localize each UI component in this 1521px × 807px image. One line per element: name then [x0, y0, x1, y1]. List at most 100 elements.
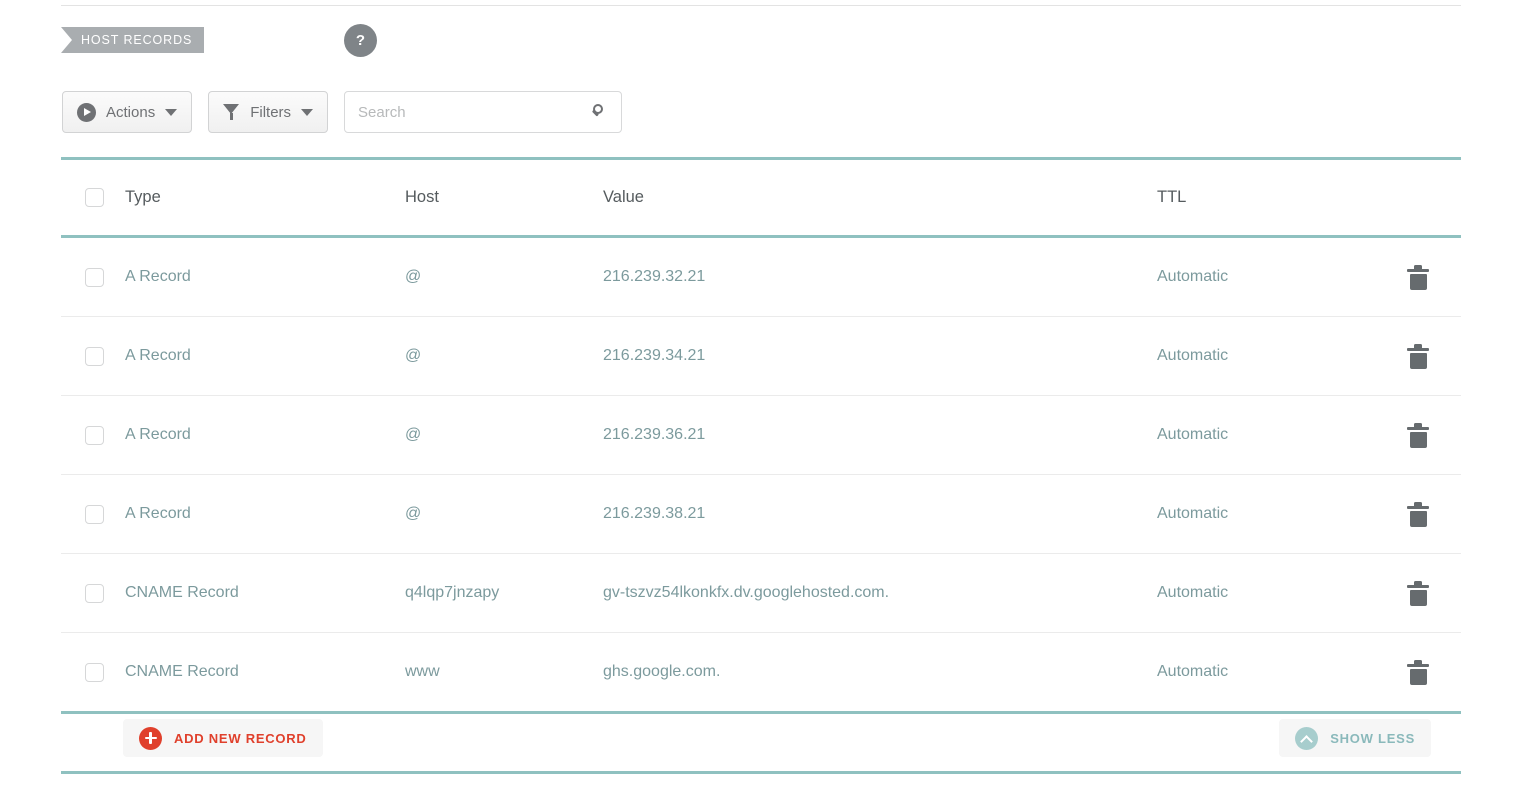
trash-icon-lid — [1407, 268, 1429, 272]
row-checkbox[interactable] — [85, 346, 104, 366]
tag-notch-shape — [61, 27, 72, 53]
cell-ttl[interactable]: Automatic — [1157, 426, 1407, 444]
trash-icon-body — [1409, 589, 1427, 606]
row-checkbox[interactable] — [85, 425, 104, 445]
host-records-panel: HOST RECORDS ? Actions Filters Search Ty… — [0, 0, 1521, 807]
table-toolbar: Actions Filters — [62, 91, 623, 133]
row-delete-cell — [1407, 501, 1461, 527]
cell-ttl[interactable]: Automatic — [1157, 347, 1407, 365]
cell-host[interactable]: @ — [405, 426, 603, 444]
cell-ttl[interactable]: Automatic — [1157, 268, 1407, 286]
cell-value[interactable]: ghs.google.com. — [603, 663, 1157, 681]
search-box[interactable] — [344, 91, 623, 133]
top-divider — [61, 5, 1461, 6]
row-checkbox[interactable] — [85, 583, 104, 603]
cell-value[interactable]: 216.239.36.21 — [603, 426, 1157, 444]
table-row[interactable]: A Record @ 216.239.36.21 Automatic — [61, 396, 1461, 474]
table-row[interactable]: CNAME Record q4lqp7jnzapy gv-tszvz54lkon… — [61, 554, 1461, 632]
table-footer-bar: ADD NEW RECORD SHOW LESS — [61, 712, 1461, 764]
help-icon-glyph: ? — [355, 32, 366, 49]
cell-host[interactable]: @ — [405, 347, 603, 365]
cell-type[interactable]: A Record — [125, 426, 405, 444]
trash-icon[interactable] — [1407, 264, 1429, 290]
trash-icon-knob — [1414, 580, 1422, 585]
trash-icon-knob — [1414, 343, 1422, 348]
trash-icon-body — [1409, 352, 1427, 369]
trash-icon[interactable] — [1407, 422, 1429, 448]
chevron-up-circle-icon — [1295, 726, 1319, 750]
filters-button[interactable]: Filters — [208, 91, 329, 133]
table-row[interactable]: CNAME Record www ghs.google.com. Automat… — [61, 633, 1461, 711]
trash-icon[interactable] — [1407, 659, 1429, 685]
help-icon[interactable]: ? — [344, 24, 377, 57]
row-select-cell — [61, 583, 125, 603]
cell-host[interactable]: @ — [405, 268, 603, 286]
cell-value[interactable]: 216.239.38.21 — [603, 505, 1157, 523]
select-all-checkbox[interactable] — [85, 188, 104, 207]
trash-icon-lid — [1407, 426, 1429, 430]
trash-icon-body — [1409, 668, 1427, 685]
section-tag-label: HOST RECORDS — [81, 33, 193, 47]
filters-button-label: Filters — [250, 103, 292, 121]
trash-icon[interactable] — [1407, 580, 1429, 606]
row-select-cell — [61, 504, 125, 524]
column-header-ttl[interactable]: TTL — [1157, 188, 1407, 207]
cell-value[interactable]: 216.239.32.21 — [603, 268, 1157, 286]
row-select-cell — [61, 425, 125, 445]
chevron-down-icon — [301, 108, 314, 116]
chevron-down-icon — [165, 108, 178, 116]
table-row[interactable]: A Record @ 216.239.34.21 Automatic — [61, 317, 1461, 395]
bottom-divider — [61, 771, 1461, 774]
row-checkbox[interactable] — [85, 267, 104, 287]
row-delete-cell — [1407, 422, 1461, 448]
show-less-button[interactable]: SHOW LESS — [1279, 719, 1431, 757]
trash-icon-lid — [1407, 584, 1429, 588]
trash-icon-knob — [1414, 659, 1422, 664]
cell-type[interactable]: A Record — [125, 268, 405, 286]
table-header-row: Type Host Value TTL — [61, 160, 1461, 235]
cell-value[interactable]: 216.239.34.21 — [603, 347, 1157, 365]
cell-ttl[interactable]: Automatic — [1157, 584, 1407, 602]
row-select-cell — [61, 346, 125, 366]
add-new-record-label: ADD NEW RECORD — [174, 730, 307, 746]
plus-circle-icon — [139, 726, 162, 750]
row-checkbox[interactable] — [85, 504, 104, 524]
cell-host[interactable]: www — [405, 663, 603, 681]
search-icon[interactable] — [589, 104, 607, 122]
row-checkbox[interactable] — [85, 662, 104, 682]
row-select-cell — [61, 267, 125, 287]
cell-ttl[interactable]: Automatic — [1157, 505, 1407, 523]
row-delete-cell — [1407, 343, 1461, 369]
cell-value[interactable]: gv-tszvz54lkonkfx.dv.googlehosted.com. — [603, 584, 1157, 602]
add-new-record-button[interactable]: ADD NEW RECORD — [123, 719, 323, 757]
trash-icon-knob — [1414, 422, 1422, 427]
show-less-label: SHOW LESS — [1330, 730, 1415, 746]
trash-icon[interactable] — [1407, 343, 1429, 369]
table-row[interactable]: A Record @ 216.239.38.21 Automatic — [61, 475, 1461, 553]
trash-icon-lid — [1407, 505, 1429, 509]
row-delete-cell — [1407, 659, 1461, 685]
cell-type[interactable]: CNAME Record — [125, 584, 405, 602]
actions-button[interactable]: Actions — [62, 91, 193, 133]
row-delete-cell — [1407, 580, 1461, 606]
row-select-cell — [61, 662, 125, 682]
cell-ttl[interactable]: Automatic — [1157, 663, 1407, 681]
trash-icon-knob — [1414, 264, 1422, 269]
select-all-cell — [61, 188, 125, 207]
column-header-value[interactable]: Value — [603, 188, 1157, 207]
cell-host[interactable]: @ — [405, 505, 603, 523]
table-row[interactable]: A Record @ 216.239.32.21 Automatic — [61, 238, 1461, 316]
cell-type[interactable]: CNAME Record — [125, 663, 405, 681]
column-header-type[interactable]: Type — [125, 188, 405, 207]
search-input[interactable] — [345, 92, 622, 132]
cell-type[interactable]: A Record — [125, 505, 405, 523]
cell-type[interactable]: A Record — [125, 347, 405, 365]
trash-icon-body — [1409, 273, 1427, 290]
play-circle-icon — [77, 102, 96, 122]
cell-host[interactable]: q4lqp7jnzapy — [405, 584, 603, 602]
column-header-host[interactable]: Host — [405, 188, 603, 207]
trash-icon[interactable] — [1407, 501, 1429, 527]
trash-icon-lid — [1407, 663, 1429, 667]
trash-icon-knob — [1414, 501, 1422, 506]
trash-icon-body — [1409, 431, 1427, 448]
